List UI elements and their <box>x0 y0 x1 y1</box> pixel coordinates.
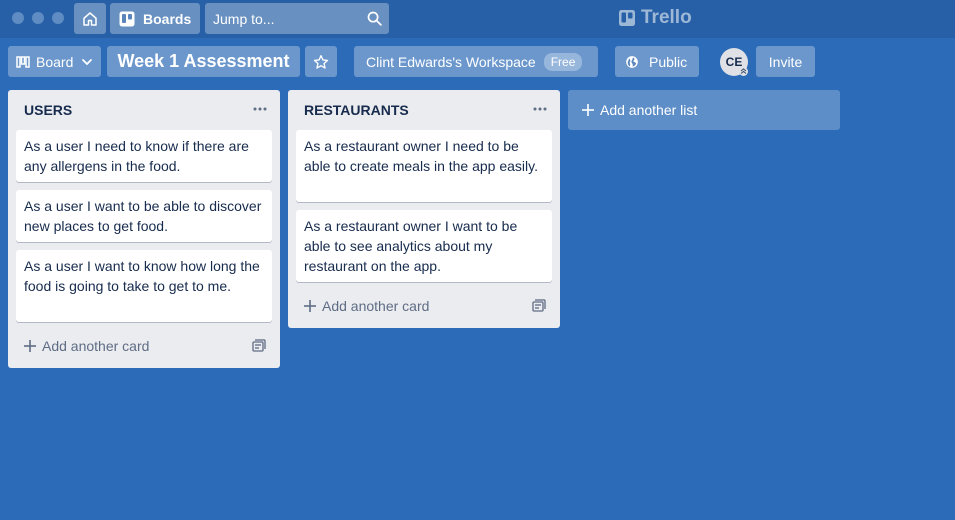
globe-icon <box>626 55 638 68</box>
star-icon <box>313 54 329 69</box>
home-icon <box>83 11 97 26</box>
search-icon[interactable] <box>359 10 389 27</box>
more-horizontal-icon <box>533 107 547 111</box>
list-restaurants: RESTAURANTS As a restaurant owner I need… <box>288 90 560 328</box>
workspace-plan-badge: Free <box>543 52 583 71</box>
board-view-switcher[interactable]: Board <box>8 46 101 77</box>
chevron-down-icon <box>82 58 93 65</box>
plus-icon <box>24 340 36 352</box>
card[interactable]: As a restaurant owner I want to be able … <box>296 210 552 282</box>
invite-button[interactable]: Invite <box>756 46 815 77</box>
list-menu-button[interactable] <box>530 101 550 117</box>
plus-icon <box>304 300 316 312</box>
card[interactable]: As a user I want to be able to discover … <box>16 190 272 242</box>
star-board-button[interactable] <box>305 46 337 77</box>
visibility-label: Public <box>649 53 688 70</box>
window-minimize-dot[interactable] <box>32 12 44 24</box>
list-title[interactable]: USERS <box>24 102 72 118</box>
plus-icon <box>582 104 594 116</box>
card-template-icon[interactable] <box>532 299 546 313</box>
trello-logo[interactable]: Trello <box>619 6 692 30</box>
window-zoom-dot[interactable] <box>52 12 64 24</box>
add-card-button[interactable]: Add another card <box>24 336 149 356</box>
card[interactable]: As a restaurant owner I need to be able … <box>296 130 552 202</box>
card[interactable]: As a user I want to know how long the fo… <box>16 250 272 322</box>
list-users: USERS As a user I need to know if there … <box>8 90 280 368</box>
admin-chevron-icon <box>739 67 748 76</box>
card-template-icon[interactable] <box>252 339 266 353</box>
boards-label: Boards <box>143 10 192 27</box>
search-input[interactable]: Jump to... <box>205 3 389 34</box>
workspace-button[interactable]: Clint Edwards's Workspace Free <box>354 46 598 77</box>
more-horizontal-icon <box>253 107 267 111</box>
visibility-button[interactable]: Public <box>615 46 699 77</box>
list-title[interactable]: RESTAURANTS <box>304 102 409 118</box>
search-placeholder: Jump to... <box>213 10 275 27</box>
add-card-label: Add another card <box>322 298 430 314</box>
board-view-label: Board <box>36 53 74 70</box>
workspace-name: Clint Edwards's Workspace <box>366 53 536 70</box>
trello-logo-icon <box>619 10 635 26</box>
add-list-label: Add another list <box>600 102 698 118</box>
list-menu-button[interactable] <box>250 101 270 117</box>
window-close-dot[interactable] <box>12 12 24 24</box>
boards-button[interactable]: Boards <box>110 3 200 34</box>
trello-logo-text: Trello <box>641 7 692 28</box>
boards-icon <box>119 11 135 26</box>
board-title[interactable]: Week 1 Assessment <box>107 46 300 77</box>
board-view-icon <box>16 55 30 68</box>
card[interactable]: As a user I need to know if there are an… <box>16 130 272 182</box>
add-list-button[interactable]: Add another list <box>568 90 840 130</box>
home-button[interactable] <box>74 3 106 34</box>
add-card-label: Add another card <box>42 338 150 354</box>
top-bar: Boards Jump to... Trello <box>0 0 955 38</box>
add-card-button[interactable]: Add another card <box>304 296 429 316</box>
